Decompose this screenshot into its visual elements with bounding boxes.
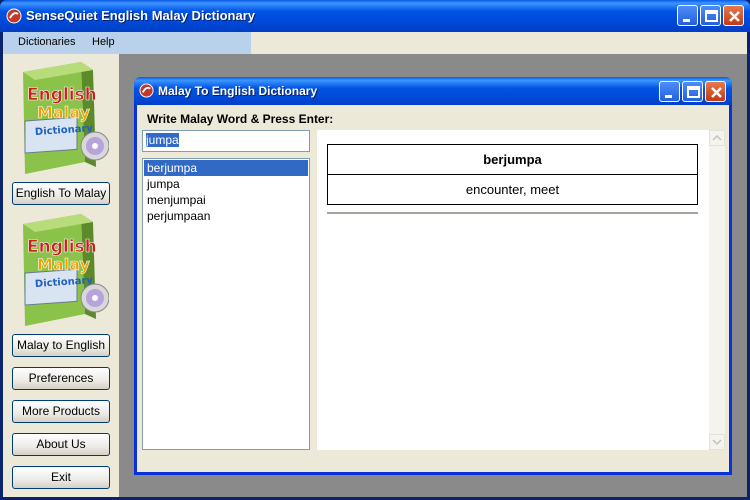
headword: berjumpa [328,145,697,175]
child-title: Malay To English Dictionary [158,84,318,98]
malay-english-box-image: English Malay Dictionary [23,214,109,326]
box-text-malay: Malay [37,103,91,122]
english-malay-box-image: English Malay Dictionary [23,62,109,174]
word-list-item[interactable]: jumpa [144,176,308,192]
search-input[interactable]: jumpa [142,130,310,152]
preferences-button[interactable]: Preferences [12,367,110,390]
box-text-english: English [27,85,97,105]
menu-help[interactable]: Help [92,36,115,48]
box-text-malay: Malay [37,255,91,274]
close-button[interactable] [723,5,744,26]
exit-button[interactable]: Exit [12,466,110,489]
minimize-button[interactable] [677,5,698,26]
close-icon [729,11,740,22]
child-maximize-button[interactable] [682,81,703,102]
result-scrollbar[interactable] [709,130,725,450]
malay-to-english-window: Malay To English Dictionary Write Malay … [134,77,732,475]
minimize-icon [665,95,672,98]
word-list-item[interactable]: perjumpaan [144,208,308,224]
divider [327,212,698,214]
search-input-text: jumpa [146,133,179,147]
more-products-button[interactable]: More Products [12,400,110,423]
chevron-down-icon [712,439,722,446]
english-to-malay-button[interactable]: English To Malay [12,182,110,205]
scroll-up-button[interactable] [709,130,725,146]
scroll-down-button[interactable] [709,434,725,450]
word-list-item[interactable]: berjumpa [144,160,308,176]
menu-dictionaries[interactable]: Dictionaries [18,36,75,48]
close-icon [711,87,722,98]
main-titlebar[interactable]: SenseQuiet English Malay Dictionary [0,0,750,32]
app-title: SenseQuiet English Malay Dictionary [26,8,256,23]
box-text-english: English [27,237,97,257]
malay-to-english-button[interactable]: Malay to English [12,334,110,357]
menu-bar: Dictionaries Help [3,32,747,54]
word-list-item[interactable]: menjumpai [144,192,308,208]
app-logo-icon [6,8,22,24]
child-minimize-button[interactable] [659,81,680,102]
about-us-button[interactable]: About Us [12,433,110,456]
maximize-icon [687,86,700,98]
sidebar: English Malay Dictionary English To Mala… [3,54,119,497]
word-list[interactable]: berjumpa jumpa menjumpai perjumpaan [142,158,310,450]
translation-text: encounter, meet [465,182,560,197]
result-panel: berjumpa encounter, meet [317,130,709,450]
child-app-icon [139,83,154,98]
child-close-button[interactable] [705,81,726,102]
maximize-button[interactable] [700,5,721,26]
application-window: SenseQuiet English Malay Dictionary Dict… [0,0,750,500]
child-titlebar[interactable]: Malay To English Dictionary [134,77,732,105]
minimize-icon [683,19,690,22]
maximize-icon [705,10,718,22]
search-prompt-label: Write Malay Word & Press Enter: [147,112,334,126]
translation-table: berjumpa encounter, meet [327,144,698,205]
child-body: Write Malay Word & Press Enter: jumpa be… [137,105,729,472]
chevron-up-icon [712,134,722,141]
